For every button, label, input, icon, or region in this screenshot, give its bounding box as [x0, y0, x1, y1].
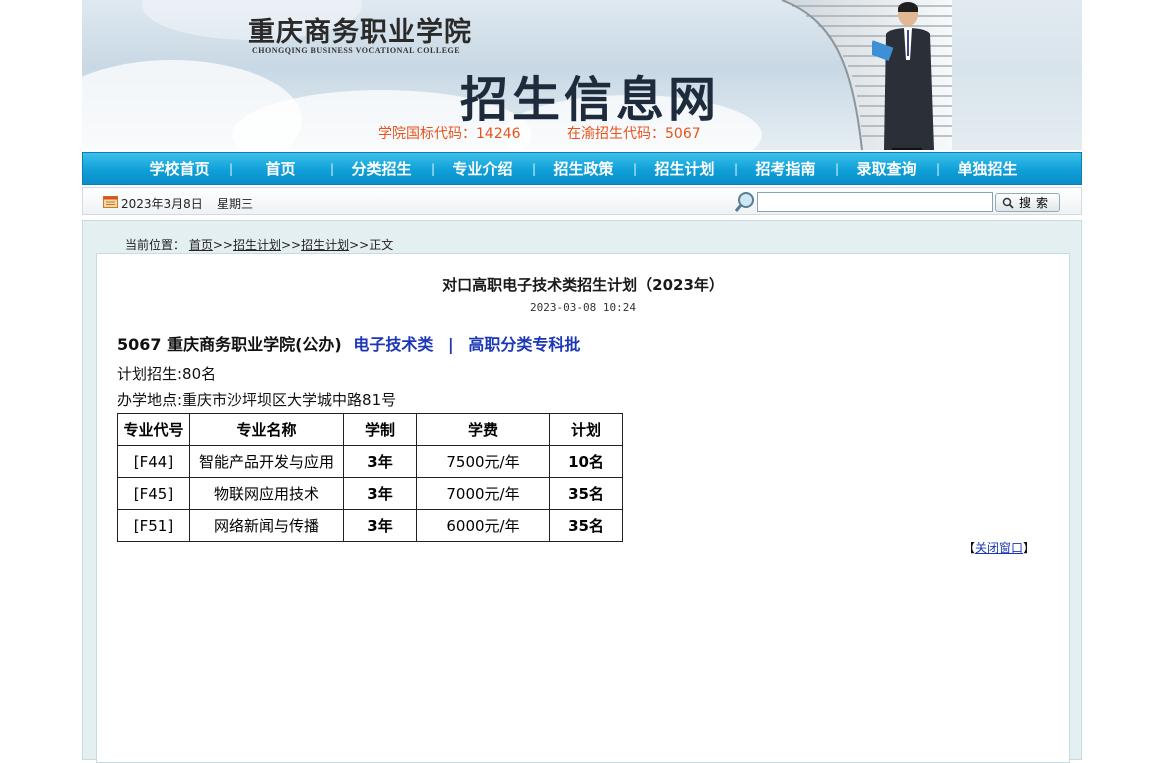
breadcrumb-separator: >>	[280, 238, 302, 252]
subheading-divider: |	[447, 335, 454, 354]
breadcrumb-separator: >>	[212, 238, 233, 252]
school-name: 5067 重庆商务职业学院(公办)	[117, 335, 342, 354]
content-frame: 当前位置： 首页>>招生计划>>招生计划>>正文 对口高职电子技术类招生计划（2…	[82, 220, 1082, 763]
page: 重庆商务职业学院 CHONGQING BUSINESS VOCATIONAL C…	[82, 0, 1082, 763]
current-date: 2023年3月8日	[121, 197, 203, 211]
plan-count: 35名	[549, 509, 623, 542]
current-weekday: 星期三	[217, 197, 254, 211]
breadcrumb: 当前位置： 首页>>招生计划>>招生计划>>正文	[125, 236, 393, 253]
admission-batch: 高职分类专科批	[468, 335, 581, 354]
column-header: 专业名称	[189, 413, 344, 446]
national-code: 学院国标代码：14246	[378, 126, 521, 142]
nav-item-school-home[interactable]: 学校首页	[129, 158, 230, 179]
site-title: 招生信息网	[460, 72, 721, 128]
major-code: [F51]	[117, 509, 190, 542]
breadcrumb-link-plan-sub[interactable]: 招生计划	[301, 238, 349, 252]
college-codes: 学院国标代码：14246 在渝招生代码：5067	[378, 123, 701, 143]
nav-item-policy[interactable]: 招生政策	[533, 158, 634, 179]
calendar-icon	[103, 196, 118, 208]
study-length: 3年	[343, 477, 417, 510]
nav-item-home[interactable]: 首页	[230, 158, 331, 179]
column-header: 学制	[343, 413, 417, 446]
nav-item-exam-guide[interactable]: 招考指南	[735, 158, 836, 179]
breadcrumb-label: 当前位置：	[125, 238, 186, 252]
nav-item-category-admission[interactable]: 分类招生	[331, 158, 432, 179]
tuition: 7000元/年	[416, 477, 550, 510]
major-name: 智能产品开发与应用	[189, 445, 344, 478]
major-code: [F44]	[117, 445, 190, 478]
bracket-close: 】	[1022, 541, 1035, 555]
major-code: [F45]	[117, 477, 190, 510]
nav-item-plan[interactable]: 招生计划	[634, 158, 735, 179]
search-button[interactable]: 搜索	[995, 193, 1060, 212]
article-title: 对口高职电子技术类招生计划（2023年）	[442, 276, 724, 294]
article-timestamp: 2023-03-08 10:24	[530, 301, 636, 314]
header-banner: 重庆商务职业学院 CHONGQING BUSINESS VOCATIONAL C…	[82, 0, 1082, 150]
bracket-open: 【	[962, 541, 975, 555]
tuition: 6000元/年	[416, 509, 550, 542]
study-length: 3年	[343, 445, 417, 478]
nav-item-independent-admission[interactable]: 单独招生	[937, 158, 1038, 179]
nav-item-majors[interactable]: 专业介绍	[432, 158, 533, 179]
column-header: 计划	[549, 413, 623, 446]
nav-item-admission-query[interactable]: 录取查询	[836, 158, 937, 179]
breadcrumb-link-home[interactable]: 首页	[189, 238, 213, 252]
plan-count: 35名	[549, 477, 623, 510]
major-name: 网络新闻与传播	[189, 509, 344, 542]
plan-table: 专业代号 专业名称 学制 学费 计划 [F44] 智能产品开发与应用 3年 75…	[117, 413, 623, 542]
close-window-link[interactable]: 关闭窗口	[975, 541, 1023, 555]
study-length: 3年	[343, 509, 417, 542]
column-header: 专业代号	[117, 413, 190, 446]
search-icon	[1002, 197, 1014, 209]
campus-address: 办学地点:重庆市沙坪坝区大学城中路81号	[117, 391, 397, 409]
plan-count: 10名	[549, 445, 623, 478]
college-name-english: CHONGQING BUSINESS VOCATIONAL COLLEGE	[252, 46, 461, 55]
table-header-row: 专业代号 专业名称 学制 学费 计划	[117, 413, 623, 446]
main-nav: 学校首页 | 首页 | 分类招生 | 专业介绍 | 招生政策 | 招生计划 | …	[82, 152, 1082, 185]
search-input[interactable]	[757, 192, 993, 212]
local-code: 在渝招生代码：5067	[567, 126, 701, 142]
article-subheading: 5067 重庆商务职业学院(公办) 电子技术类 | 高职分类专科批	[117, 331, 580, 355]
magnifier-icon	[734, 192, 754, 212]
table-row: [F45] 物联网应用技术 3年 7000元/年 35名	[117, 477, 623, 510]
search-button-label: 搜索	[1018, 196, 1053, 210]
breadcrumb-separator: >>	[349, 238, 370, 252]
breadcrumb-link-plan[interactable]: 招生计划	[233, 238, 281, 252]
article-panel: 对口高职电子技术类招生计划（2023年） 2023-03-08 10:24 50…	[96, 253, 1070, 763]
major-category: 电子技术类	[353, 335, 434, 354]
info-bar: 2023年3月8日 星期三 搜索	[82, 187, 1082, 215]
table-row: [F44] 智能产品开发与应用 3年 7500元/年 10名	[117, 445, 623, 478]
plan-total: 计划招生:80名	[117, 365, 217, 383]
table-row: [F51] 网络新闻与传播 3年 6000元/年 35名	[117, 509, 623, 542]
breadcrumb-current: 正文	[369, 238, 394, 252]
tuition: 7500元/年	[416, 445, 550, 478]
major-name: 物联网应用技术	[189, 477, 344, 510]
column-header: 学费	[416, 413, 550, 446]
college-name: 重庆商务职业学院	[248, 17, 472, 48]
close-window: 【关闭窗口】	[963, 539, 1035, 556]
businessman-image	[872, 2, 934, 150]
